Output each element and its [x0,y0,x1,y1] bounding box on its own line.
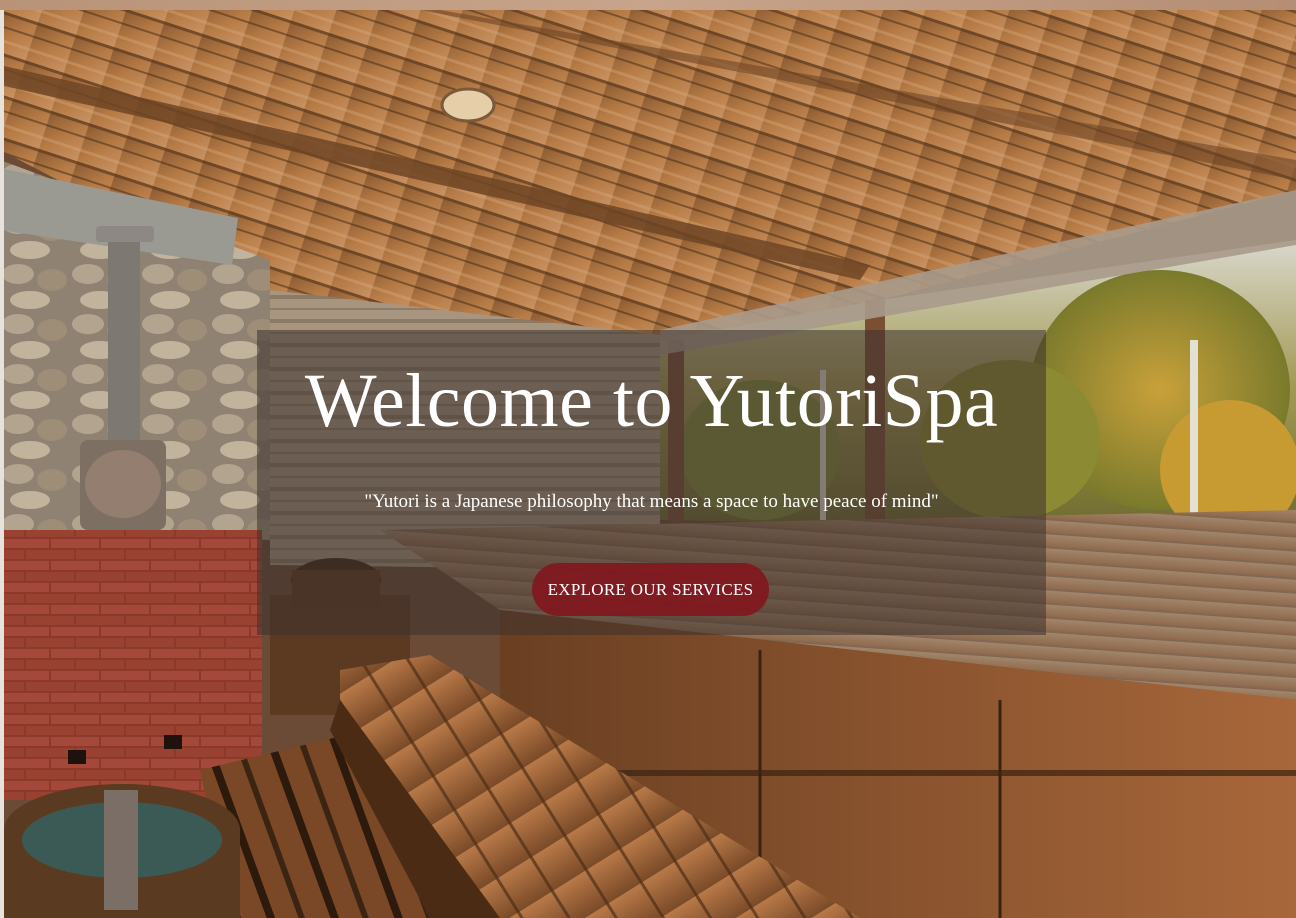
hero-quote: "Yutori is a Japanese philosophy that me… [364,491,939,512]
hero-overlay: Welcome to YutoriSpa "Yutori is a Japane… [257,330,1046,635]
page: Welcome to YutoriSpa "Yutori is a Japane… [0,0,1296,918]
hero-title: Welcome to YutoriSpa [304,359,999,443]
top-border [0,0,1296,10]
left-border [0,10,4,918]
explore-services-button[interactable]: EXPLORE OUR SERVICES [532,563,769,616]
